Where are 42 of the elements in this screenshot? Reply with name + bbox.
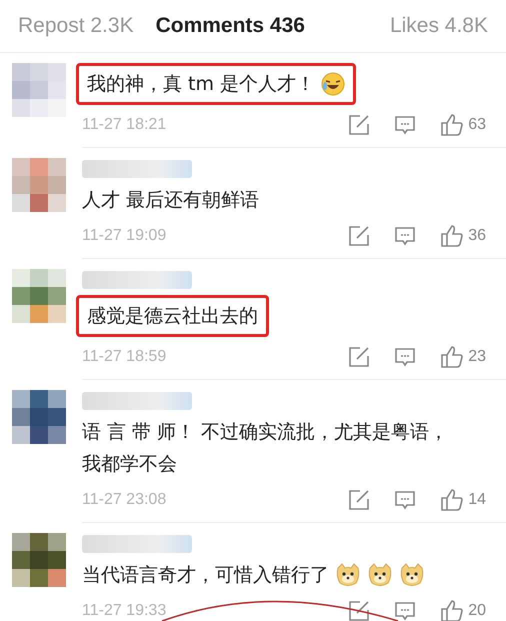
comment-time: 11-27 18:59 (82, 348, 168, 366)
share-icon[interactable] (348, 489, 370, 511)
blurred-avatar (12, 390, 66, 444)
thumbs-up-icon[interactable] (440, 345, 464, 369)
blurred-avatar (12, 269, 66, 323)
dog-face-emoji-icon (399, 562, 425, 588)
comment-icon[interactable] (394, 346, 416, 368)
comment-icon[interactable] (394, 225, 416, 247)
comment-time: 11-27 18:21 (82, 116, 168, 134)
highlighted-comment-text: 我的神，真 tm 是个人才！ (76, 63, 356, 105)
tab[interactable]: Repost 2.3K (18, 14, 134, 38)
blurred-avatar (12, 533, 66, 587)
thumbs-up-icon[interactable] (440, 488, 464, 512)
tab[interactable]: Likes 4.8K (390, 14, 488, 38)
like-count: 14 (468, 491, 486, 509)
like-count: 23 (468, 348, 486, 366)
comment-time: 11-27 19:33 (82, 602, 168, 620)
comment-icon[interactable] (394, 489, 416, 511)
like-count: 20 (468, 602, 486, 620)
share-icon[interactable] (348, 346, 370, 368)
dog-face-emoji-icon (367, 562, 393, 588)
comment-icon[interactable] (394, 114, 416, 136)
like-count: 63 (468, 116, 486, 134)
like-count: 36 (468, 227, 486, 245)
dog-face-emoji-icon (335, 562, 361, 588)
comment-text: 当代语言奇才，可惜入错行了 (82, 559, 425, 591)
comment-time: 11-27 19:09 (82, 227, 168, 245)
comment-text: 语 言 带 师！ 不过确实流批，尤其是粤语，我都学不会 (82, 420, 450, 477)
tab[interactable]: Comments 436 (156, 14, 305, 38)
highlighted-comment-text: 感觉是德云社出去的 (76, 295, 269, 337)
thumbs-up-icon[interactable] (440, 224, 464, 248)
blurred-avatar (12, 63, 66, 117)
share-icon[interactable] (348, 114, 370, 136)
laughing-emoji-icon (321, 72, 346, 96)
share-icon[interactable] (348, 600, 370, 621)
comment-text: 人才 最后还有朝鲜语 (82, 188, 260, 213)
comment-icon[interactable] (394, 600, 416, 621)
share-icon[interactable] (348, 225, 370, 247)
comment-time: 11-27 23:08 (82, 491, 168, 509)
thumbs-up-icon[interactable] (440, 599, 464, 621)
thumbs-up-icon[interactable] (440, 113, 464, 137)
blurred-avatar (12, 158, 66, 212)
